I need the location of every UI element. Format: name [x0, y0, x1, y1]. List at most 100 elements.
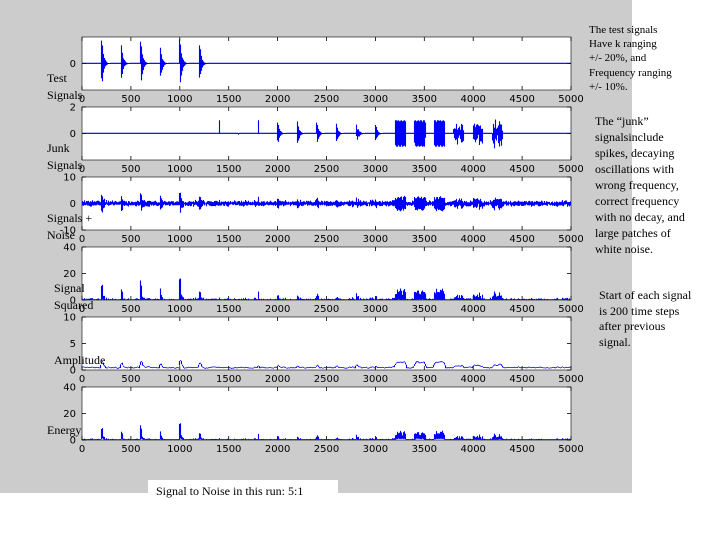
x-tick-label: 1000	[167, 94, 192, 105]
x-tick-label: 1500	[216, 444, 241, 455]
x-tick-label: 3500	[412, 234, 437, 245]
y-axis-label: Signals +	[47, 211, 92, 225]
x-tick-label: 2000	[265, 374, 290, 385]
plot-area	[81, 246, 572, 301]
x-tick-label: 0	[79, 234, 85, 245]
x-tick-label: 5000	[558, 374, 583, 385]
x-tick-label: 500	[121, 234, 140, 245]
x-tick-label: 4500	[509, 444, 534, 455]
y-axis-label: Test	[47, 71, 67, 85]
x-tick-label: 3000	[363, 304, 388, 315]
x-tick-label: 3500	[412, 444, 437, 455]
x-tick-label: 4500	[509, 94, 534, 105]
x-tick-label: 4000	[460, 164, 485, 175]
x-tick-label: 2500	[314, 374, 339, 385]
x-tick-label: 5000	[558, 94, 583, 105]
x-tick-label: 2000	[265, 444, 290, 455]
y-axis-label: Signals	[47, 88, 83, 102]
y-tick-label: 40	[63, 243, 76, 254]
x-tick-label: 1500	[216, 374, 241, 385]
note-line: correct frequency	[595, 194, 680, 208]
y-tick-label: 40	[63, 383, 76, 394]
x-tick-label: 2500	[314, 164, 339, 175]
y-tick-label: 5	[70, 339, 76, 350]
note-start-spacing: Start of each signal is 200 time steps a…	[599, 288, 719, 350]
note-line: signal.	[599, 334, 631, 349]
x-tick-label: 3500	[412, 304, 437, 315]
x-tick-label: 1000	[167, 444, 192, 455]
x-tick-label: 4000	[460, 444, 485, 455]
y-axis-label: Signals	[47, 158, 83, 172]
y-tick-label: 0	[70, 129, 76, 140]
note-line: wrong frequency,	[595, 178, 679, 192]
y-axis-label: Junk	[47, 141, 70, 155]
x-tick-label: 4000	[460, 234, 485, 245]
x-tick-label: 3000	[363, 94, 388, 105]
x-tick-label: 4500	[509, 374, 534, 385]
x-tick-label: 2500	[314, 234, 339, 245]
plot-area	[81, 386, 572, 441]
note-line: Have k ranging	[589, 38, 657, 51]
x-tick-label: 4000	[460, 94, 485, 105]
x-tick-label: 1500	[216, 164, 241, 175]
x-tick-label: 4000	[460, 304, 485, 315]
x-tick-label: 500	[121, 94, 140, 105]
note-line: The test signals	[589, 24, 658, 36]
y-axis-label: Signal	[54, 281, 85, 295]
x-tick-label: 2000	[265, 164, 290, 175]
x-tick-label: 2500	[314, 444, 339, 455]
x-tick-label: 1000	[167, 304, 192, 315]
panel-junk-signals: 0 500 1000 1500 2000 2500 3000 3500 4000 4500 5000…	[47, 103, 584, 176]
x-tick-label: 3500	[412, 374, 437, 385]
x-tick-label: 500	[121, 164, 140, 175]
x-tick-label: 2500	[314, 94, 339, 105]
note-line: The “junk”	[595, 114, 649, 128]
x-tick-label: 0	[79, 444, 85, 455]
x-tick-label: 1500	[216, 304, 241, 315]
x-tick-label: 500	[121, 374, 140, 385]
note-line: signalsinclude	[595, 130, 664, 144]
x-tick-label: 4000	[460, 374, 485, 385]
note-line: +/- 10%.	[589, 80, 628, 93]
x-tick-label: 5000	[558, 164, 583, 175]
y-tick-label: 10	[63, 173, 76, 184]
panel-signals-plus-noise: 0 500 1000 1500 2000 2500 3000 3500 4000 4500 5000…	[47, 173, 584, 246]
x-tick-label: 1000	[167, 374, 192, 385]
y-axis-label: Energy	[47, 423, 81, 437]
plot-area	[81, 316, 572, 371]
note-line: large patches of	[595, 226, 671, 240]
x-tick-label: 0	[79, 374, 85, 385]
x-tick-label: 500	[121, 304, 140, 315]
x-tick-label: 4500	[509, 164, 534, 175]
x-tick-label: 1500	[216, 234, 241, 245]
y-tick-label: 10	[63, 313, 76, 324]
x-tick-label: 3000	[363, 234, 388, 245]
note-junk-signals: The “junk” signalsinclude spikes, decayi…	[595, 113, 720, 257]
x-tick-label: 5000	[558, 444, 583, 455]
panel-energy: 0 500 1000 1500 2000 2500 3000 3500 4000 4500 5000…	[47, 383, 584, 456]
note-line: spikes, decaying	[595, 146, 675, 160]
x-tick-label: 1500	[216, 94, 241, 105]
y-tick-label: 0	[70, 199, 76, 210]
x-tick-label: 1000	[167, 234, 192, 245]
x-tick-label: 3500	[412, 94, 437, 105]
note-line: with no decay, and	[595, 210, 685, 224]
x-tick-label: 3000	[363, 374, 388, 385]
y-tick-label: 2	[70, 103, 76, 114]
x-tick-label: 4500	[509, 304, 534, 315]
y-axis-label: Noise	[47, 228, 75, 242]
note-line: +/- 20%, and	[589, 52, 647, 65]
x-tick-label: 5000	[558, 234, 583, 245]
x-tick-label: 2000	[265, 94, 290, 105]
x-tick-label: 2500	[314, 304, 339, 315]
note-line: after previous	[599, 319, 666, 333]
y-axis-label: Amplitude	[54, 353, 105, 367]
note-line: Start of each signal	[599, 288, 692, 302]
panel-signal-squared: 0 500 1000 1500 2000 2500 3000 3500 4000 4500 5000…	[54, 243, 584, 316]
note-test-signals: The test signals Have k ranging +/- 20%,…	[589, 23, 719, 94]
snr-label: Signal to Noise in this run: 5:1	[148, 480, 338, 502]
y-tick-label: 20	[63, 409, 76, 420]
x-tick-label: 2000	[265, 304, 290, 315]
x-tick-label: 3000	[363, 164, 388, 175]
y-tick-label: 0	[70, 436, 76, 447]
